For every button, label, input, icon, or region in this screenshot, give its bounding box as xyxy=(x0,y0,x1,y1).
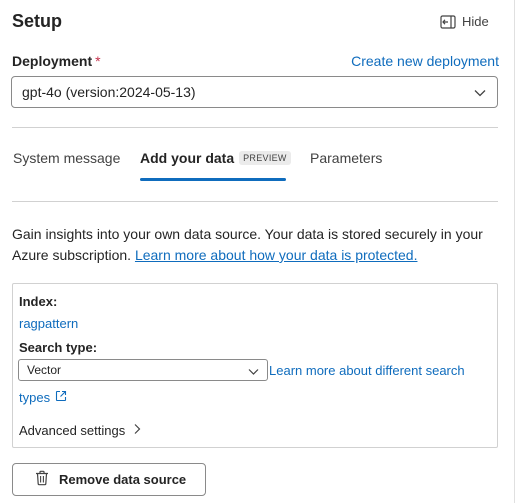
divider xyxy=(12,127,498,128)
advanced-settings-label: Advanced settings xyxy=(19,423,126,438)
chevron-right-icon xyxy=(133,423,141,438)
advanced-settings-toggle[interactable]: Advanced settings xyxy=(19,423,141,438)
chevron-down-icon xyxy=(473,86,487,103)
search-type-label: Search type: xyxy=(19,340,98,355)
preview-badge: PREVIEW xyxy=(239,151,291,165)
tab-parameters[interactable]: Parameters xyxy=(310,150,382,174)
search-types-link-line2[interactable]: types xyxy=(19,390,67,405)
panel-title: Setup xyxy=(12,11,63,31)
create-deployment-link[interactable]: Create new deployment xyxy=(351,53,499,69)
data-source-card: Index: ragpattern Search type: Vector Le… xyxy=(12,283,498,448)
deployment-label-text: Deployment xyxy=(12,53,93,69)
active-tab-indicator xyxy=(140,178,286,181)
hide-button[interactable]: Hide xyxy=(440,14,489,29)
panel-collapse-icon xyxy=(440,14,456,29)
index-value-link[interactable]: ragpattern xyxy=(19,316,78,331)
tab-system-message[interactable]: System message xyxy=(13,150,120,174)
remove-data-source-label: Remove data source xyxy=(59,472,187,487)
add-data-description: Gain insights into your own data source.… xyxy=(12,224,502,266)
index-label: Index: xyxy=(19,294,58,309)
remove-data-source-button[interactable]: Remove data source xyxy=(12,463,206,496)
data-protection-link[interactable]: Learn more about how your data is protec… xyxy=(135,247,418,263)
required-marker: * xyxy=(95,53,101,69)
chevron-down-icon xyxy=(248,366,259,380)
search-type-select[interactable]: Vector xyxy=(18,359,268,381)
deployment-label: Deployment * xyxy=(12,53,101,69)
tab-add-your-data[interactable]: Add your data PREVIEW xyxy=(140,150,291,174)
hide-label: Hide xyxy=(462,14,489,29)
deployment-select-value: gpt-4o (version:2024-05-13) xyxy=(22,84,196,100)
deployment-select[interactable]: gpt-4o (version:2024-05-13) xyxy=(11,76,498,108)
divider xyxy=(12,201,498,202)
search-types-link-text: types xyxy=(19,390,51,405)
search-types-link-line1[interactable]: Learn more about different search xyxy=(269,363,465,378)
tab-add-your-data-label: Add your data xyxy=(140,150,235,166)
open-external-icon xyxy=(55,390,67,405)
search-type-value: Vector xyxy=(27,363,62,377)
trash-icon xyxy=(35,470,49,489)
